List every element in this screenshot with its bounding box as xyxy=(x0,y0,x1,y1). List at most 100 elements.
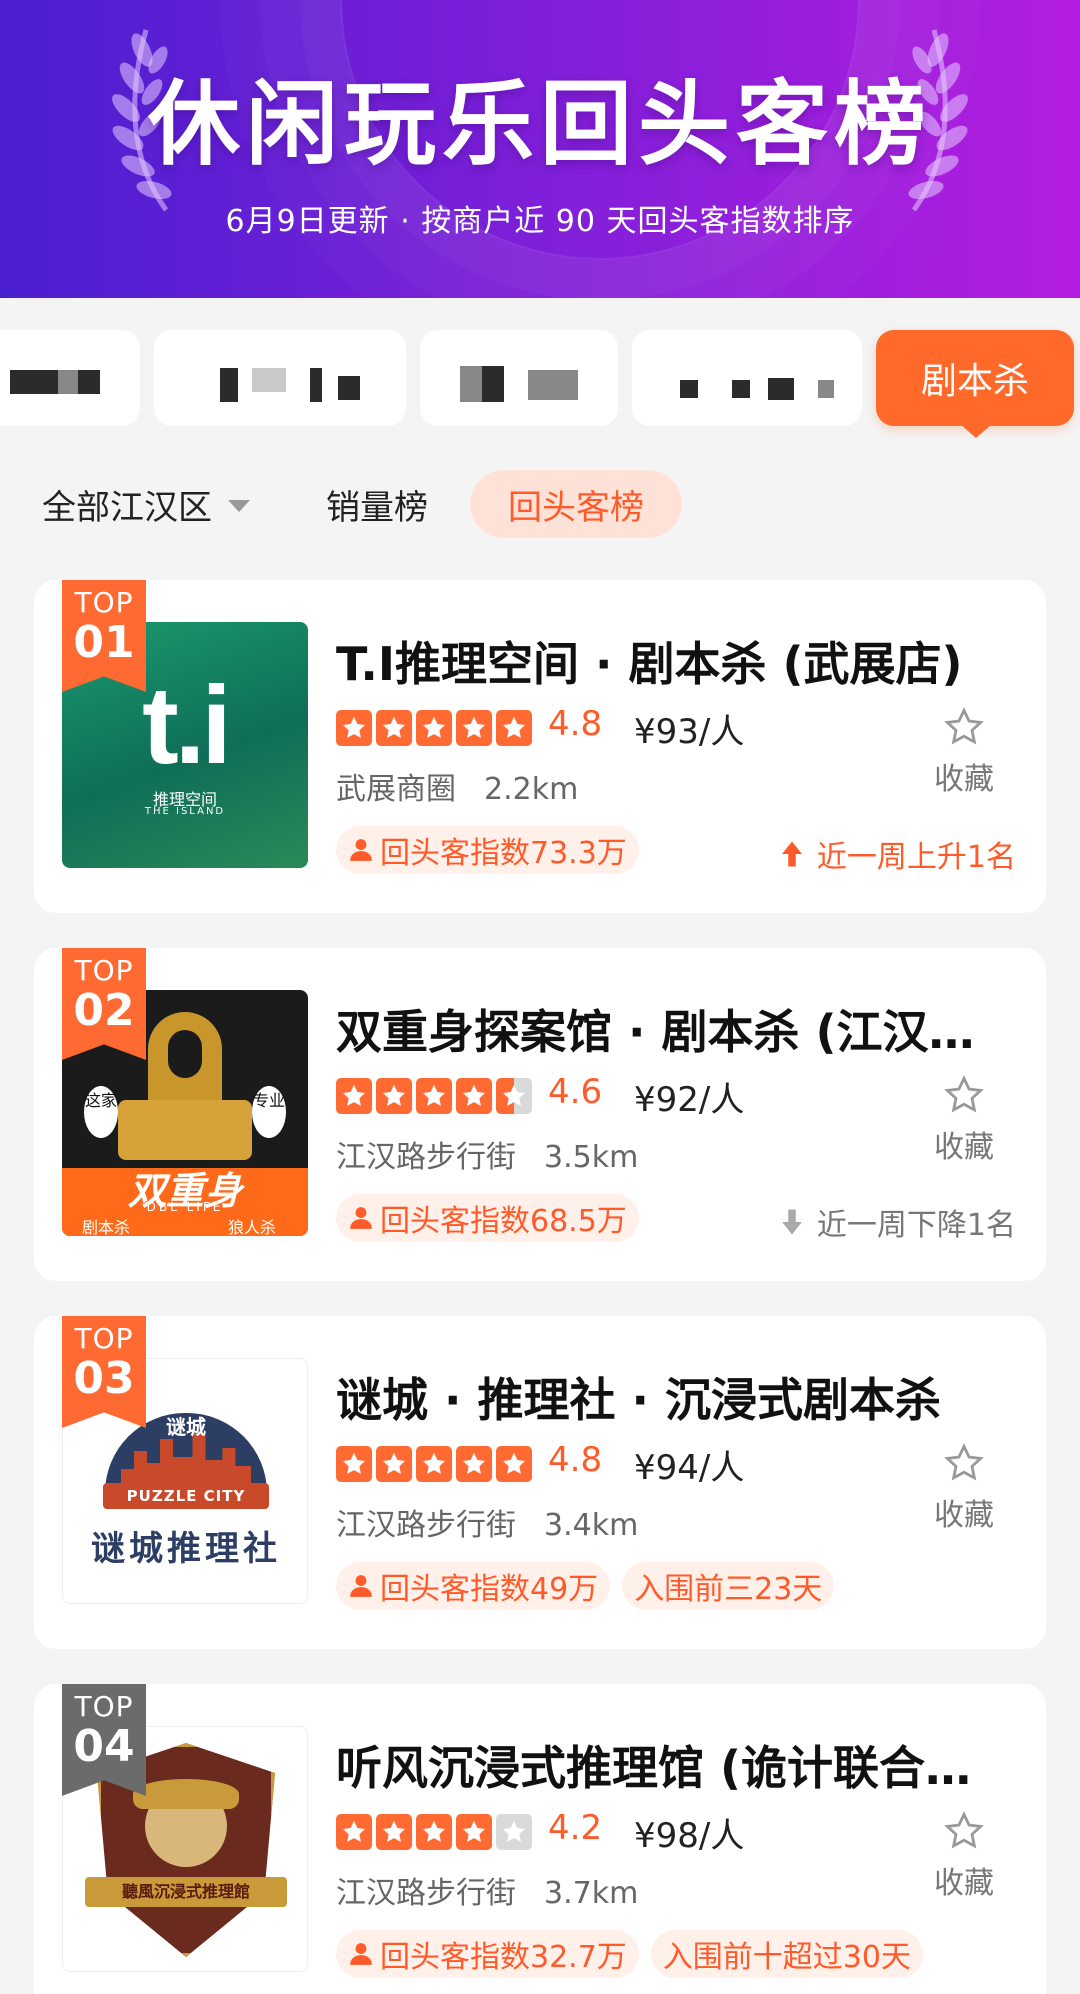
star-icon xyxy=(376,710,412,746)
star-outline-icon xyxy=(944,1811,984,1849)
thumb-right-label: 狼人杀 xyxy=(228,1218,277,1236)
star-icon xyxy=(456,710,492,746)
star-half-icon xyxy=(496,1078,532,1114)
star-icon xyxy=(456,1446,492,1482)
rating-stars xyxy=(336,1814,532,1850)
rank-number: 02 xyxy=(73,985,135,1036)
repeat-index-text: 回头客指数32.7万 xyxy=(380,1940,627,1975)
star-icon xyxy=(336,1078,372,1114)
category-tab-jubensha[interactable]: 剧本杀 xyxy=(876,330,1074,426)
arrow-down-icon xyxy=(781,1209,802,1235)
location-info: 武展商圈 2.2km xyxy=(336,764,578,808)
active-tab-pointer xyxy=(960,424,992,438)
shop-name[interactable]: 谜城 · 推理社 · 沉浸式剧本杀 xyxy=(336,1364,1026,1430)
repeat-index-tag: 回头客指数32.7万 xyxy=(336,1930,639,1978)
repeat-index-text: 回头客指数68.5万 xyxy=(380,1204,627,1239)
favorite-button[interactable]: 收藏 xyxy=(924,706,1004,798)
favorite-label: 收藏 xyxy=(934,1130,994,1165)
business-area: 武展商圈 xyxy=(336,772,456,807)
area-filter[interactable]: 全部江汉区 xyxy=(42,470,250,538)
thumb-subtitle-en: THE ISLAND xyxy=(144,806,226,817)
shop-name[interactable]: 听风沉浸式推理馆 (诡计联合… xyxy=(336,1732,1026,1798)
rank-badge: TOP 02 xyxy=(62,948,146,1060)
business-area: 江汉路步行街 xyxy=(336,1876,516,1911)
page-title: 休闲玩乐回头客榜 xyxy=(147,71,932,178)
distance: 3.5km xyxy=(544,1140,639,1175)
thumb-subtitle: DBL LIFE xyxy=(146,1200,224,1214)
repeat-index-text: 回头客指数49万 xyxy=(380,1572,599,1607)
star-outline-icon xyxy=(944,1075,984,1113)
category-tab-2[interactable] xyxy=(154,330,406,426)
category-tab-1[interactable] xyxy=(0,330,140,426)
thumb-badge-left: 这家 xyxy=(84,1086,118,1138)
star-icon xyxy=(416,1078,452,1114)
avg-price: ¥93/人 xyxy=(634,712,745,752)
shop-name[interactable]: T.I推理空间 · 剧本杀 (武展店) xyxy=(336,628,1026,694)
rank-trend: 近一周上升1名 xyxy=(777,832,1016,876)
thumb-banner: PUZZLE CITY xyxy=(103,1483,269,1509)
thumb-logo-text: 谜城推理社 xyxy=(91,1529,281,1569)
category-tab-3[interactable] xyxy=(420,330,618,426)
rating-stars xyxy=(336,1078,532,1114)
favorite-button[interactable]: 收藏 xyxy=(924,1442,1004,1534)
repeat-index-text: 回头客指数73.3万 xyxy=(380,836,627,871)
rank-badge-top: TOP xyxy=(74,954,134,987)
distance: 3.7km xyxy=(544,1876,639,1911)
thumb-logo-text: t.i xyxy=(142,664,232,787)
favorite-button[interactable]: 收藏 xyxy=(924,1810,1004,1902)
tag-row: 回头客指数32.7万 入围前十超过30天 xyxy=(336,1930,923,1978)
rank-badge-top: TOP xyxy=(74,1322,134,1355)
thumb-top-label: 谜城 xyxy=(166,1415,206,1439)
sales-ranking-tab[interactable]: 销量榜 xyxy=(326,470,428,538)
shop-name[interactable]: 双重身探案馆 · 剧本杀 (江汉… xyxy=(336,996,1026,1062)
rank-badge: TOP 01 xyxy=(62,580,146,692)
star-icon xyxy=(336,1446,372,1482)
rank-trend-text: 近一周上升1名 xyxy=(816,840,1016,875)
rank-trend: 近一周下降1名 xyxy=(777,1200,1016,1244)
favorite-label: 收藏 xyxy=(934,1866,994,1901)
tag-row: 回头客指数49万 入围前三23天 xyxy=(336,1562,835,1610)
distance: 2.2km xyxy=(484,772,579,807)
list-item[interactable]: 这家 专业 双重身 DBL LIFE 剧本杀 狼人杀 TOP 02 双重身探案馆… xyxy=(34,948,1046,1281)
star-icon xyxy=(336,710,372,746)
repeat-customer-ranking-tab[interactable]: 回头客榜 xyxy=(470,470,682,538)
list-item[interactable]: 谜城 PUZZLE CITY 谜城推理社 TOP 03 谜城 · 推理社 · 沉… xyxy=(34,1316,1046,1649)
rating-score: 4.8 xyxy=(548,704,603,744)
star-icon xyxy=(376,1078,412,1114)
rank-badge-top: TOP xyxy=(74,1690,134,1723)
business-area: 江汉路步行街 xyxy=(336,1140,516,1175)
rating-score: 4.2 xyxy=(548,1808,603,1848)
star-outline-icon xyxy=(944,707,984,745)
list-item[interactable]: t.i 推理空间 THE ISLAND TOP 01 T.I推理空间 · 剧本杀… xyxy=(34,580,1046,913)
star-icon xyxy=(376,1814,412,1850)
star-icon xyxy=(416,1814,452,1850)
star-icon xyxy=(456,1078,492,1114)
header-banner: 休闲玩乐回头客榜 6月9日更新 · 按商户近 90 天回头客指数排序 xyxy=(0,0,1080,298)
repeat-index-tag: 回头客指数68.5万 xyxy=(336,1194,639,1242)
rating-score: 4.8 xyxy=(548,1440,603,1480)
star-icon xyxy=(376,1446,412,1482)
rank-number: 01 xyxy=(73,617,135,668)
favorite-button[interactable]: 收藏 xyxy=(924,1074,1004,1166)
person-icon xyxy=(350,839,372,861)
top-days-tag: 入围前三23天 xyxy=(622,1562,835,1610)
rating-stars xyxy=(336,710,532,746)
rank-badge: TOP 03 xyxy=(62,1316,146,1428)
arrow-up-icon xyxy=(781,841,802,867)
location-info: 江汉路步行街 3.7km xyxy=(336,1868,638,1912)
location-info: 江汉路步行街 3.4km xyxy=(336,1500,638,1544)
list-item[interactable]: 聽風沉浸式推理館 TOP 04 听风沉浸式推理馆 (诡计联合… 4.2 ¥98/… xyxy=(34,1684,1046,1994)
repeat-index-tag: 回头客指数49万 xyxy=(336,1562,611,1610)
person-icon xyxy=(350,1207,372,1229)
rating-score: 4.6 xyxy=(548,1072,603,1112)
rank-number: 04 xyxy=(73,1721,135,1772)
category-tab-4[interactable] xyxy=(632,330,862,426)
person-icon xyxy=(350,1575,372,1597)
star-icon xyxy=(496,710,532,746)
star-icon xyxy=(336,1814,372,1850)
rank-trend-text: 近一周下降1名 xyxy=(816,1208,1016,1243)
thumb-left-label: 剧本杀 xyxy=(82,1218,131,1236)
star-icon xyxy=(416,1446,452,1482)
avg-price: ¥94/人 xyxy=(634,1448,745,1488)
person-icon xyxy=(350,1943,372,1965)
